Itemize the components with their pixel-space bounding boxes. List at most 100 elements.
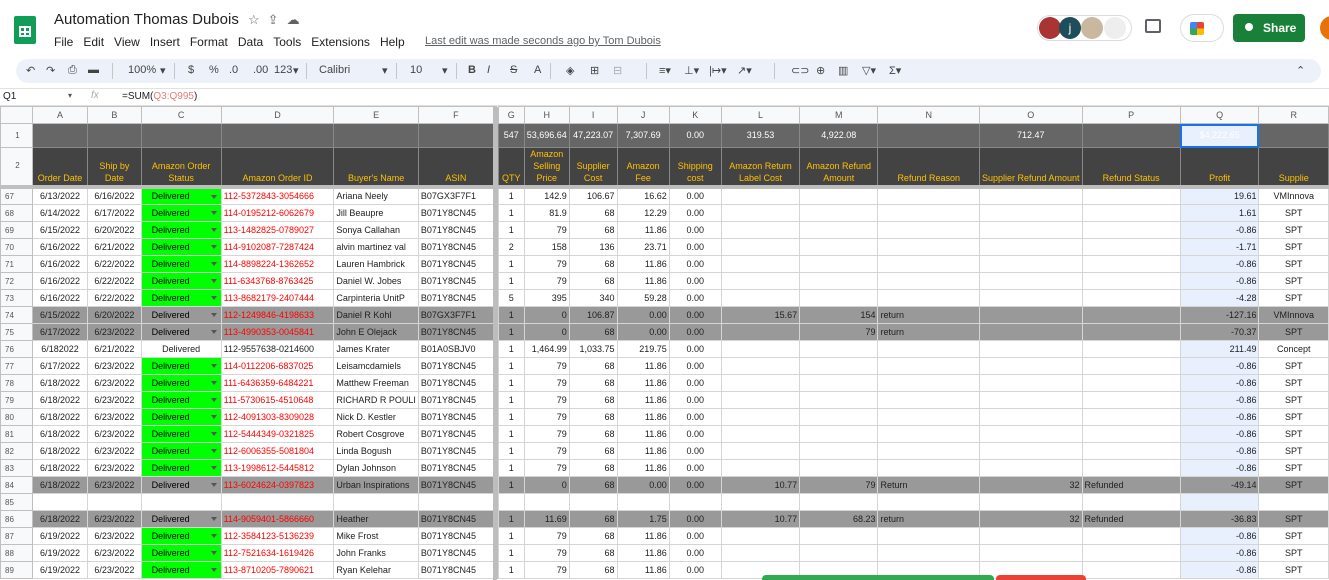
paint-format-icon[interactable]: ▬: [88, 64, 99, 76]
order-status-dropdown[interactable]: Delivered: [140, 323, 222, 341]
cell-G[interactable]: 1: [497, 544, 525, 562]
cell-L[interactable]: [720, 255, 801, 273]
cell-J[interactable]: 11.86: [616, 408, 670, 426]
cell-Q[interactable]: -70.37: [1179, 323, 1260, 341]
cell-B[interactable]: 6/22/2022: [87, 289, 142, 307]
cell-B[interactable]: 6/21/2022: [87, 340, 142, 358]
cell-O[interactable]: [978, 391, 1083, 409]
cell-F[interactable]: B071Y8CN45: [417, 272, 494, 290]
cell-L[interactable]: [720, 493, 801, 511]
currency-format-button[interactable]: $: [188, 64, 194, 76]
cell-G[interactable]: 1: [497, 510, 525, 528]
cell-G[interactable]: 1: [497, 340, 525, 358]
name-box-dropdown-icon[interactable]: ▾: [68, 91, 72, 100]
cell-E[interactable]: Mike Frost: [333, 527, 419, 545]
cell-M[interactable]: 79: [799, 476, 879, 494]
cell-N[interactable]: [877, 391, 980, 409]
cell-L[interactable]: [720, 357, 801, 375]
cell-R[interactable]: SPT: [1258, 255, 1329, 273]
cell-M[interactable]: [799, 408, 879, 426]
cell-I[interactable]: 68: [568, 408, 618, 426]
horizontal-align-icon[interactable]: ≡▾: [659, 64, 671, 77]
cell[interactable]: [1081, 123, 1181, 148]
cell-F[interactable]: B07GX3F7F1: [417, 306, 494, 324]
cell-R[interactable]: SPT: [1258, 408, 1329, 426]
cell-C[interactable]: [140, 493, 222, 511]
cell-R[interactable]: VMInnova: [1258, 186, 1329, 205]
cell-N[interactable]: Return: [877, 476, 980, 494]
cell-M[interactable]: [799, 544, 879, 562]
cell-J[interactable]: 11.86: [616, 527, 670, 545]
cell-I[interactable]: 68: [568, 204, 618, 222]
cell-E[interactable]: Linda Bogush: [333, 442, 419, 460]
cell-R[interactable]: SPT: [1258, 221, 1329, 239]
menu-view[interactable]: View: [114, 35, 140, 51]
cell-F[interactable]: B01A0SBJV0: [417, 340, 494, 358]
cell-L[interactable]: [720, 323, 801, 341]
cell-I[interactable]: 106.87: [568, 306, 618, 324]
cell-A[interactable]: 6/19/2022: [31, 544, 89, 562]
cell-L[interactable]: [720, 340, 801, 358]
cell-J[interactable]: 0.00: [616, 323, 670, 341]
cell-O[interactable]: [978, 255, 1083, 273]
cell-A[interactable]: 6/19/2022: [31, 527, 89, 545]
cell-D[interactable]: 112-1249846-4198633: [220, 306, 335, 324]
cell-P[interactable]: [1081, 425, 1181, 443]
cell-Q[interactable]: 19.61: [1179, 186, 1260, 205]
cell-E[interactable]: Sonya Callahan: [333, 221, 419, 239]
column-header-K[interactable]: K: [668, 106, 722, 124]
cell-Q[interactable]: -4.28: [1179, 289, 1260, 307]
cell-K[interactable]: 0.00: [668, 408, 722, 426]
cell-D[interactable]: 113-1998612-5445812: [220, 459, 335, 477]
cell-Q[interactable]: -0.86: [1179, 425, 1260, 443]
column-title[interactable]: Ship by Date: [87, 147, 142, 189]
cell-M[interactable]: [799, 186, 879, 205]
cell-K[interactable]: 0.00: [668, 357, 722, 375]
cell-R[interactable]: VMInnova: [1258, 306, 1329, 324]
cell-H[interactable]: 79: [523, 561, 570, 579]
move-icon[interactable]: ⇪: [268, 12, 287, 27]
cell-R[interactable]: SPT: [1258, 238, 1329, 256]
more-formats-button[interactable]: 123: [274, 64, 292, 76]
cell-D[interactable]: 112-4091303-8309028: [220, 408, 335, 426]
undo-icon[interactable]: ↶: [26, 64, 35, 77]
cell-J[interactable]: [616, 493, 670, 511]
insert-link-icon[interactable]: ⊂⊃: [791, 64, 809, 77]
print-icon[interactable]: ⎙: [68, 64, 77, 77]
cell-J[interactable]: 0.00: [616, 306, 670, 324]
cell-P[interactable]: [1081, 272, 1181, 290]
cell[interactable]: [31, 123, 89, 148]
cell-I[interactable]: 68: [568, 425, 618, 443]
frozen-column-divider[interactable]: [493, 106, 497, 580]
cell-K[interactable]: 0.00: [668, 527, 722, 545]
cell-A[interactable]: 6/16/2022: [31, 289, 89, 307]
cell-A[interactable]: 6/13/2022: [31, 186, 89, 205]
cell-P[interactable]: [1081, 289, 1181, 307]
cell-A[interactable]: 6/18/2022: [31, 442, 89, 460]
cell-K[interactable]: 0.00: [668, 544, 722, 562]
cell[interactable]: [877, 123, 980, 148]
cell-K[interactable]: 0.00: [668, 306, 722, 324]
cell-Q[interactable]: -0.86: [1179, 374, 1260, 392]
redo-icon[interactable]: ↷: [46, 64, 55, 77]
cell-M[interactable]: [799, 255, 879, 273]
cell-K[interactable]: 0.00: [668, 221, 722, 239]
cell-D[interactable]: 111-6436359-6484221: [220, 374, 335, 392]
star-icon[interactable]: ☆: [248, 12, 268, 27]
cell-F[interactable]: B071Y8CN45: [417, 238, 494, 256]
cell-P[interactable]: [1081, 374, 1181, 392]
total-J[interactable]: 7,307.69: [616, 123, 670, 148]
cell-E[interactable]: James Krater: [333, 340, 419, 358]
cell-F[interactable]: B071Y8CN45: [417, 476, 494, 494]
column-header-M[interactable]: M: [799, 106, 879, 124]
cell-J[interactable]: 11.86: [616, 272, 670, 290]
cell-Q[interactable]: -0.86: [1179, 561, 1260, 579]
cell-Q[interactable]: -127.16: [1179, 306, 1260, 324]
cell-Q[interactable]: -0.86: [1179, 442, 1260, 460]
cell-L[interactable]: [720, 425, 801, 443]
cell-E[interactable]: Matthew Freeman: [333, 374, 419, 392]
account-avatar[interactable]: [1320, 16, 1329, 40]
cell-B[interactable]: 6/17/2022: [87, 204, 142, 222]
cell-O[interactable]: [978, 442, 1083, 460]
row-number[interactable]: 76: [0, 340, 33, 358]
